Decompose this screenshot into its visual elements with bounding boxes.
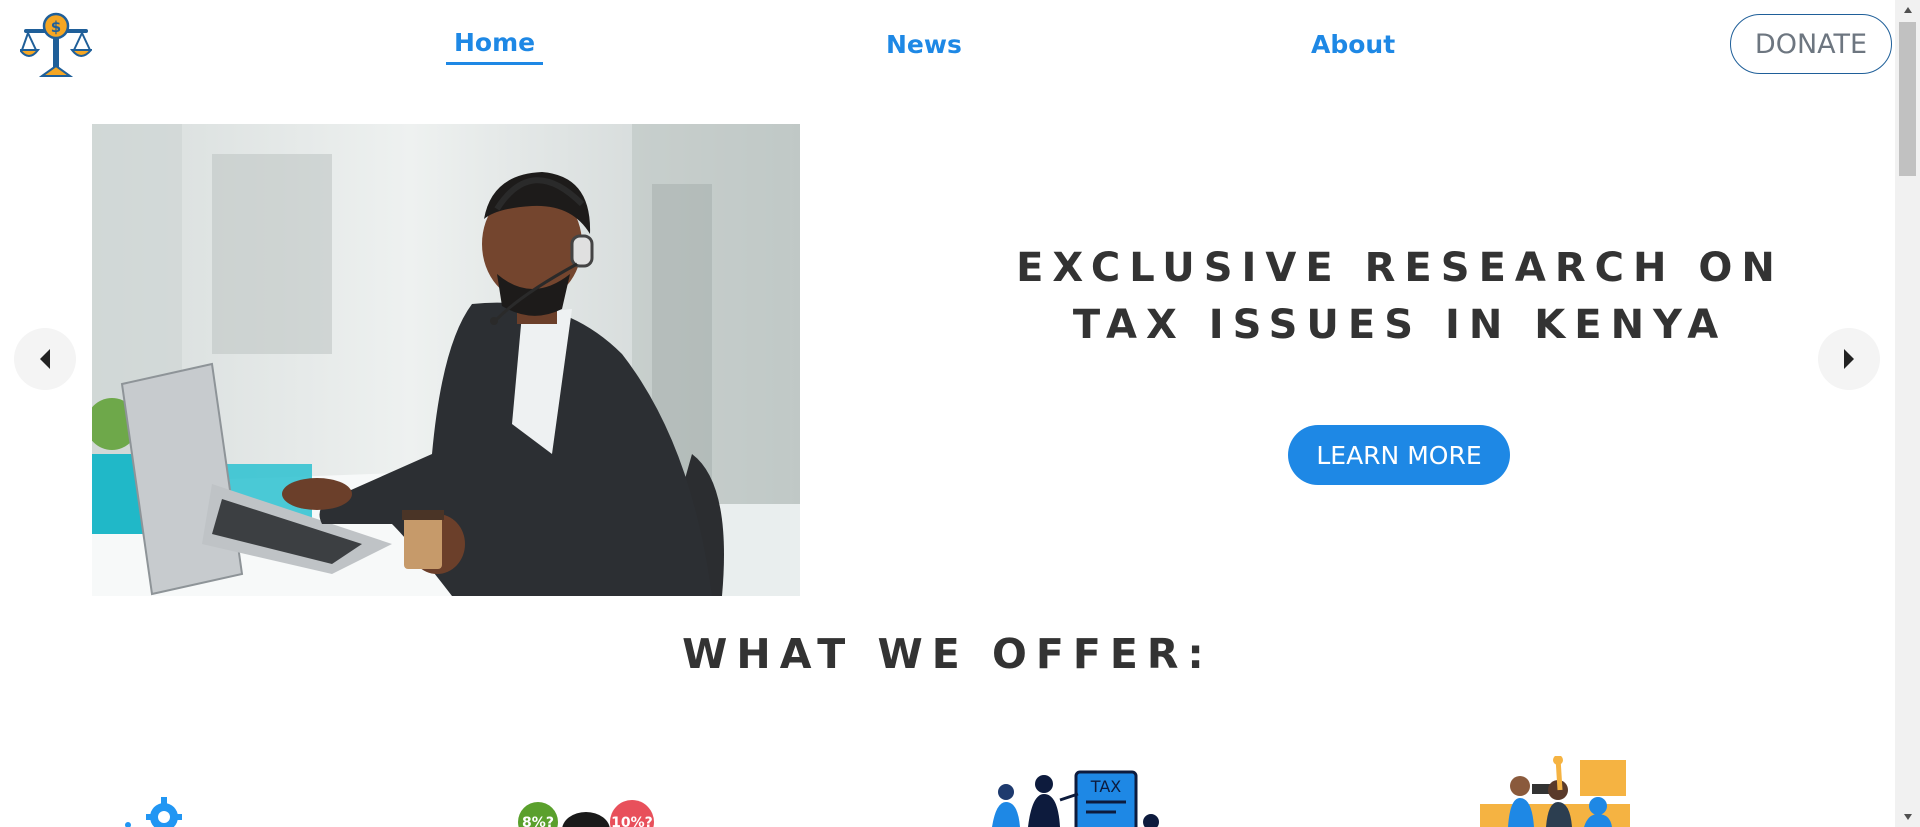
offer-item-3: TAX xyxy=(986,770,1166,827)
offer-item-1 xyxy=(120,795,190,827)
page: $ Home News About DONATE EXCLUSIVE RESEA… xyxy=(0,0,1895,827)
caret-left-icon xyxy=(40,349,50,369)
scroll-down-arrow-icon xyxy=(1903,814,1912,820)
protest-advocacy-icon xyxy=(1480,756,1630,827)
tax-percentage-people-icon: 8%? 10%? xyxy=(518,800,654,827)
carousel-prev-button[interactable] xyxy=(14,328,76,390)
learn-more-button[interactable]: LEARN MORE xyxy=(1288,425,1510,485)
offer-item-2: 8%? 10%? xyxy=(514,800,660,827)
scroll-up-arrow-icon xyxy=(1903,7,1912,13)
man-with-headset-typing-on-laptop-photo xyxy=(92,124,800,596)
offer-item-4 xyxy=(1480,756,1630,827)
donate-button[interactable]: DONATE xyxy=(1730,14,1892,74)
offer-section-title: WHAT WE OFFER: xyxy=(682,630,1213,678)
scales-of-justice-dollar-icon: $ xyxy=(17,12,94,77)
tax-consultation-icon: TAX xyxy=(992,770,1159,827)
scroll-up-button[interactable] xyxy=(1895,0,1920,20)
caret-right-icon xyxy=(1844,349,1854,369)
nav-news-link[interactable]: News xyxy=(886,30,962,59)
page-scrollbar[interactable] xyxy=(1895,0,1920,827)
scrollbar-thumb[interactable] xyxy=(1899,22,1916,176)
hero-photo xyxy=(92,124,800,596)
scroll-down-button[interactable] xyxy=(1895,807,1920,827)
nav-home-link[interactable]: Home xyxy=(445,28,544,65)
offer-10-percent-label: 10%? xyxy=(611,815,653,827)
offer-tax-label: TAX xyxy=(1090,777,1121,796)
logo-dollar-symbol: $ xyxy=(51,18,61,36)
logo[interactable]: $ xyxy=(17,10,94,80)
gear-icon xyxy=(125,797,182,827)
offer-8-percent-label: 8%? xyxy=(522,815,554,827)
nav-about-link[interactable]: About xyxy=(1311,30,1395,59)
hero-title: EXCLUSIVE RESEARCH ON TAX ISSUES IN KENY… xyxy=(1016,245,1784,348)
